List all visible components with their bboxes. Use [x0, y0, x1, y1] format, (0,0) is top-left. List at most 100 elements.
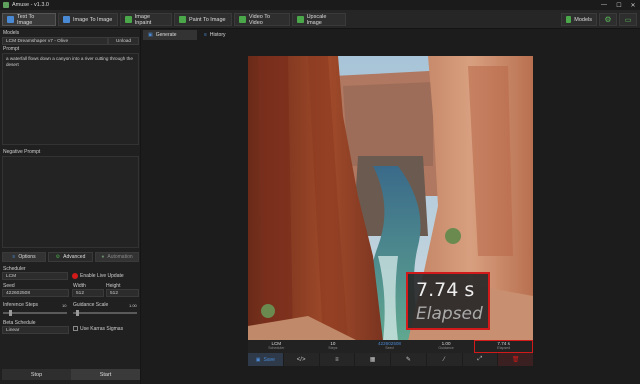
- maximize-button[interactable]: ☐: [612, 0, 626, 10]
- tab-image-to-image[interactable]: Image To Image: [58, 13, 118, 26]
- gear-icon: ⚙: [55, 254, 61, 260]
- tab-generate[interactable]: ▣ Generate: [143, 30, 197, 40]
- monitor-icon: ▭: [624, 16, 632, 24]
- elapsed-label: Elapsed: [416, 304, 483, 324]
- tab-label: Video To Video: [248, 13, 271, 26]
- tab-upscale-image[interactable]: Upscale Image: [292, 13, 346, 26]
- layers-icon: [566, 16, 572, 23]
- code-icon: </>: [296, 356, 306, 363]
- tab-label: Image Inpaint: [134, 13, 152, 26]
- guidance-scale-slider[interactable]: [73, 310, 137, 316]
- list-icon: ≡: [204, 32, 207, 38]
- tab-label: Paint To Image: [189, 16, 226, 23]
- inference-steps-value: 10: [62, 303, 67, 308]
- info-key: Steps: [328, 346, 338, 350]
- window-title: Amuse - v1.3.0: [12, 2, 49, 8]
- beta-schedule-select[interactable]: Linear: [2, 326, 69, 334]
- elapsed-value: 7.74 s: [416, 279, 475, 301]
- tab-history[interactable]: ≡ History: [199, 30, 239, 40]
- tab-label: Upscale Image: [306, 13, 327, 26]
- tab-advanced[interactable]: ⚙ Advanced: [48, 252, 93, 262]
- image-action-bar: ▣ Save </> ≡ ▦ ✎ ⁄ ⤢ 🗑: [248, 353, 533, 366]
- code-button[interactable]: </>: [284, 353, 320, 366]
- save-label: Save: [263, 356, 275, 363]
- info-key: Seed: [385, 346, 394, 350]
- tab-video-to-video[interactable]: Video To Video: [234, 13, 290, 26]
- trash-icon: 🗑: [511, 357, 520, 363]
- models-label: Models: [574, 16, 592, 23]
- brush-icon: [179, 16, 186, 23]
- inference-steps-slider[interactable]: [3, 310, 67, 316]
- view-button[interactable]: ▭: [619, 13, 637, 26]
- karras-label: Use Karras Sigmas: [80, 326, 124, 332]
- delete-button[interactable]: 🗑: [498, 353, 533, 366]
- info-guidance: 1.00 Guidance: [418, 340, 475, 353]
- upscale-icon: [297, 16, 304, 23]
- info-scheduler: LCM Scheduler: [248, 340, 305, 353]
- live-update-toggle[interactable]: Enable Live Update: [72, 273, 124, 279]
- start-button[interactable]: Start: [71, 369, 140, 380]
- tab-paint-to-image[interactable]: Paint To Image: [174, 13, 232, 26]
- save-button[interactable]: ▣ Save: [248, 353, 284, 366]
- tab-image-inpaint[interactable]: Image Inpaint: [120, 13, 172, 26]
- inference-steps-label: Inference Steps: [3, 302, 39, 308]
- tab-label: Image To Image: [73, 16, 113, 23]
- height-select[interactable]: 512: [106, 289, 139, 297]
- slider-handle[interactable]: [9, 310, 13, 316]
- negative-prompt-input[interactable]: [2, 156, 139, 248]
- inpaint-icon: [125, 16, 132, 23]
- text-image-icon: [7, 16, 14, 23]
- info-elapsed: 7.74 s Elapsed: [474, 340, 533, 353]
- prompt-input[interactable]: a waterfall flows down a canyon into a r…: [2, 53, 139, 145]
- unload-button[interactable]: Unload: [108, 37, 139, 45]
- tab-options[interactable]: ≡ Options: [2, 252, 46, 262]
- edit-icon: ✎: [405, 357, 411, 363]
- align-icon: ≡: [335, 356, 339, 363]
- app-icon: [3, 2, 9, 8]
- toggle-icon: [72, 273, 78, 279]
- minimize-button[interactable]: —: [597, 0, 611, 10]
- seed-input[interactable]: 422602508: [2, 289, 69, 297]
- gear-icon: ⚙: [604, 15, 612, 24]
- settings-button[interactable]: ⚙: [599, 13, 617, 26]
- tab-label: Text To Image: [16, 13, 35, 26]
- image-info-bar: LCM Scheduler 10 Steps 422602508 Seed 1.00 G…: [248, 340, 533, 353]
- brush-icon: ⁄: [443, 356, 445, 363]
- tab-automation[interactable]: ● Automation: [95, 252, 139, 262]
- list-icon: ≡: [12, 254, 16, 260]
- image-button[interactable]: ▦: [355, 353, 391, 366]
- tab-text-to-image[interactable]: Text To Image: [2, 13, 56, 26]
- close-button[interactable]: ✕: [626, 0, 640, 10]
- tab-label: Automation: [107, 254, 133, 260]
- slider-handle[interactable]: [76, 310, 80, 316]
- info-steps: 10 Steps: [305, 340, 362, 353]
- checkbox-icon: [73, 326, 78, 332]
- tab-label: Options: [18, 254, 36, 260]
- brush-button[interactable]: ⁄: [427, 353, 463, 366]
- scheduler-select[interactable]: LCM: [2, 272, 68, 280]
- negative-prompt-heading: Negative Prompt: [3, 149, 41, 155]
- image-icon: [63, 16, 70, 23]
- live-update-label: Enable Live Update: [80, 273, 124, 279]
- video-icon: [239, 16, 246, 23]
- title-bar: Amuse - v1.3.0: [0, 0, 640, 10]
- info-seed: 422602508 Seed: [361, 340, 418, 353]
- tab-label: History: [209, 32, 226, 38]
- stop-button[interactable]: Stop: [2, 369, 71, 380]
- edit-button[interactable]: ✎: [391, 353, 427, 366]
- tab-label: Advanced: [63, 254, 86, 260]
- karras-checkbox[interactable]: Use Karras Sigmas: [73, 326, 123, 332]
- tab-label: Generate: [155, 32, 177, 38]
- info-key: Elapsed: [497, 346, 511, 350]
- model-select[interactable]: LCM Dreamshaper v7 - Olive: [2, 37, 108, 45]
- prompt-heading: Prompt: [3, 46, 20, 52]
- expand-button[interactable]: ⤢: [463, 353, 499, 366]
- models-button[interactable]: Models: [561, 13, 597, 26]
- info-key: Guidance: [438, 346, 454, 350]
- elapsed-highlight: 7.74 s Elapsed: [406, 272, 490, 330]
- width-select[interactable]: 512: [72, 289, 104, 297]
- automation-icon: ●: [101, 254, 105, 260]
- align-button[interactable]: ≡: [320, 353, 356, 366]
- models-heading: Models: [3, 30, 20, 36]
- image-icon: ▣: [148, 32, 153, 38]
